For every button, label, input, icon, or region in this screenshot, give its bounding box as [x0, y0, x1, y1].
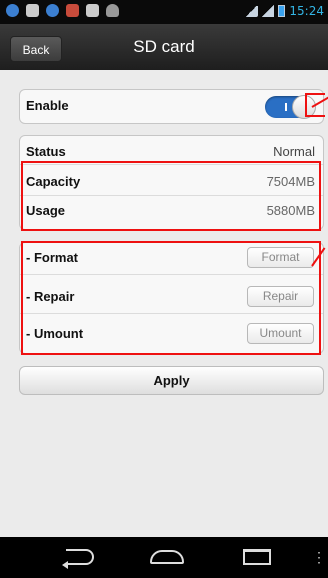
home-icon[interactable] — [150, 550, 184, 564]
wifi-icon — [244, 5, 259, 17]
app-icon — [46, 4, 59, 17]
battery-icon — [278, 5, 286, 17]
owl-icon — [106, 4, 119, 17]
title-bar: Back SD card — [0, 24, 328, 70]
annotation-box-info — [21, 161, 321, 231]
status-label: Status — [26, 144, 66, 159]
apply-button[interactable]: Apply — [19, 366, 324, 395]
notification-icons — [6, 4, 119, 17]
page-title: SD card — [133, 37, 195, 56]
enable-card: Enable — [19, 89, 324, 124]
recent-apps-icon[interactable] — [243, 549, 271, 565]
signal-icon — [262, 5, 275, 17]
navigation-bar: ⋮ — [0, 537, 328, 578]
clock: 15:24 — [289, 4, 324, 18]
app-icon — [66, 4, 79, 17]
enable-label: Enable — [26, 98, 69, 113]
status-bar: 15:24 — [0, 0, 328, 24]
app-icon — [6, 4, 19, 17]
annotation-box-actions — [21, 241, 321, 355]
status-indicators: 15:24 — [244, 4, 324, 18]
menu-dots-icon[interactable]: ⋮ — [312, 550, 326, 564]
cat-icon — [26, 4, 39, 17]
back-arrow-icon[interactable] — [62, 549, 94, 569]
screen: 15:24 Back SD card Enable Status Normal … — [0, 0, 328, 578]
toggle-on-mark — [285, 103, 287, 111]
cat-icon — [86, 4, 99, 17]
status-value: Normal — [273, 144, 315, 159]
